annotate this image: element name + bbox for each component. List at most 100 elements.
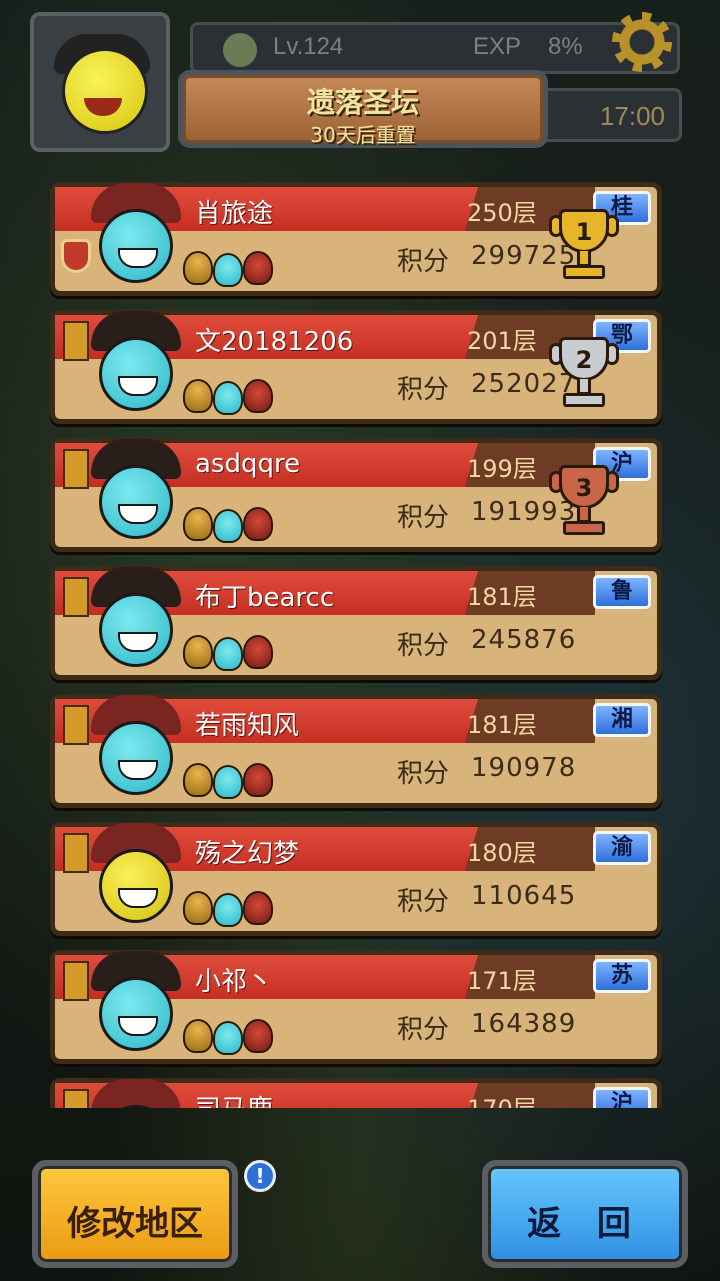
exp-label: EXP — [473, 33, 522, 60]
companion-icon — [183, 1019, 213, 1053]
settings-gear-icon[interactable] — [612, 12, 672, 72]
level-bar: Lv.124 EXP 8% — [190, 22, 680, 74]
banner-icon — [63, 705, 89, 745]
floor-count: 170层 — [467, 1089, 537, 1108]
banner-icon — [63, 577, 89, 617]
score-value: 164389 — [471, 1009, 577, 1039]
companion-icon — [243, 251, 273, 285]
score-value: 190978 — [471, 753, 577, 783]
hero-avatar-icon — [99, 209, 173, 283]
leaderboard-row[interactable]: 司马鹿170层沪积分 — [50, 1078, 662, 1108]
score-value: 110645 — [471, 881, 577, 911]
exp-value: 8% — [548, 33, 583, 60]
banner-icon — [63, 321, 89, 361]
banner-icon — [63, 1089, 89, 1108]
leaderboard-row[interactable]: 文20181206 201层鄂积分 252027 2 — [50, 310, 662, 424]
back-button[interactable]: 返 回 — [482, 1160, 688, 1268]
score-label: 积分 — [397, 375, 450, 405]
leaderboard-row[interactable]: 若雨知风 181层 湘积分 190978 — [50, 694, 662, 808]
trophy-rank: 2 — [575, 346, 593, 374]
floor-count: 250层 — [467, 199, 537, 227]
companion-icon — [213, 381, 243, 415]
score-label: 积分 — [397, 503, 450, 533]
companion-icon — [213, 253, 243, 287]
player-name: 文20181206 — [195, 327, 354, 357]
hero-avatar-icon — [99, 337, 173, 411]
score-value: 245876 — [471, 625, 577, 655]
companion-icon — [183, 891, 213, 925]
leaderboard-row[interactable]: 小祁丶 171层 苏积分 164389 — [50, 950, 662, 1064]
leaderboard-row[interactable]: 布丁bearcc 181层 鲁积分 245876 — [50, 566, 662, 680]
companion-icon — [243, 379, 273, 413]
companion-icon — [213, 765, 243, 799]
floor-count: 171层 — [467, 967, 537, 995]
trophy-icon: 2 — [549, 337, 619, 415]
companion-icon — [213, 637, 243, 671]
player-name: asdqqre — [195, 449, 301, 479]
page-title: 遗落圣坛 — [306, 86, 419, 119]
companion-icon — [243, 763, 273, 797]
level-text: Lv.124 — [273, 33, 344, 60]
score-label: 积分 — [397, 1015, 450, 1045]
leaderboard-row[interactable]: asdqqre 199层沪积分 191993 3 — [50, 438, 662, 552]
hero-avatar-icon — [99, 593, 173, 667]
floor-count: 180层 — [467, 839, 537, 867]
trophy-icon: 3 — [549, 465, 619, 543]
floor-count: 201层 — [467, 327, 537, 355]
floor-count: 181层 — [467, 711, 537, 739]
companion-icon — [183, 251, 213, 285]
trophy-icon: 1 — [549, 209, 619, 287]
trophy-rank: 1 — [575, 218, 593, 246]
timer-text: 17:00 — [599, 101, 665, 131]
back-label: 返 回 — [527, 1204, 643, 1244]
reset-subtitle: 30天后重置 — [310, 123, 416, 147]
floor-count: 181层 — [467, 583, 537, 611]
change-region-label: 修改地区 — [67, 1204, 203, 1244]
companion-icon — [183, 635, 213, 669]
companion-icon — [243, 1019, 273, 1053]
player-name: 若雨知风 — [195, 711, 300, 741]
floor-count: 199层 — [467, 455, 537, 483]
tree-icon — [223, 33, 257, 67]
avatar-face — [62, 48, 148, 134]
trophy-rank: 3 — [575, 474, 593, 502]
shield-icon — [61, 239, 91, 273]
hero-avatar-icon — [99, 721, 173, 795]
companion-icon — [183, 763, 213, 797]
info-icon[interactable]: ! — [244, 1160, 276, 1192]
player-name: 小祁丶 — [195, 967, 274, 997]
leaderboard-row[interactable]: 肖旅途 250层桂积分 299725 1 — [50, 182, 662, 296]
region-badge: 沪 — [593, 1087, 651, 1108]
companion-icon — [243, 507, 273, 541]
score-label: 积分 — [397, 759, 450, 789]
banner-icon — [63, 449, 89, 489]
companion-icon — [213, 1021, 243, 1055]
companion-icon — [213, 509, 243, 543]
player-name: 司马鹿 — [195, 1089, 273, 1108]
companion-icon — [243, 891, 273, 925]
score-label: 积分 — [397, 631, 450, 661]
banner-icon — [63, 961, 89, 1001]
region-badge: 湘 — [593, 703, 651, 737]
companion-icon — [243, 635, 273, 669]
region-badge: 鲁 — [593, 575, 651, 609]
player-avatar[interactable] — [30, 12, 170, 152]
score-label: 积分 — [397, 247, 450, 277]
score-label: 积分 — [397, 887, 450, 917]
change-region-button[interactable]: 修改地区 — [32, 1160, 238, 1268]
title-plaque: 遗落圣坛 30天后重置 — [178, 70, 548, 148]
leaderboard-list[interactable]: 肖旅途 250层桂积分 299725 1 文20181206 201层鄂积分 252027 2… — [0, 180, 720, 1108]
banner-icon — [63, 833, 89, 873]
region-badge: 苏 — [593, 959, 651, 993]
companion-icon — [183, 379, 213, 413]
companion-icon — [213, 893, 243, 927]
player-name: 肖旅途 — [195, 199, 274, 229]
leaderboard-row[interactable]: 殇之幻梦 180层 渝积分 110645 — [50, 822, 662, 936]
hero-avatar-icon — [99, 977, 173, 1051]
companion-icon — [183, 507, 213, 541]
region-badge: 渝 — [593, 831, 651, 865]
hero-avatar-icon — [99, 465, 173, 539]
player-name: 布丁bearcc — [195, 583, 335, 613]
hero-avatar-icon — [99, 849, 173, 923]
player-name: 殇之幻梦 — [195, 839, 300, 869]
